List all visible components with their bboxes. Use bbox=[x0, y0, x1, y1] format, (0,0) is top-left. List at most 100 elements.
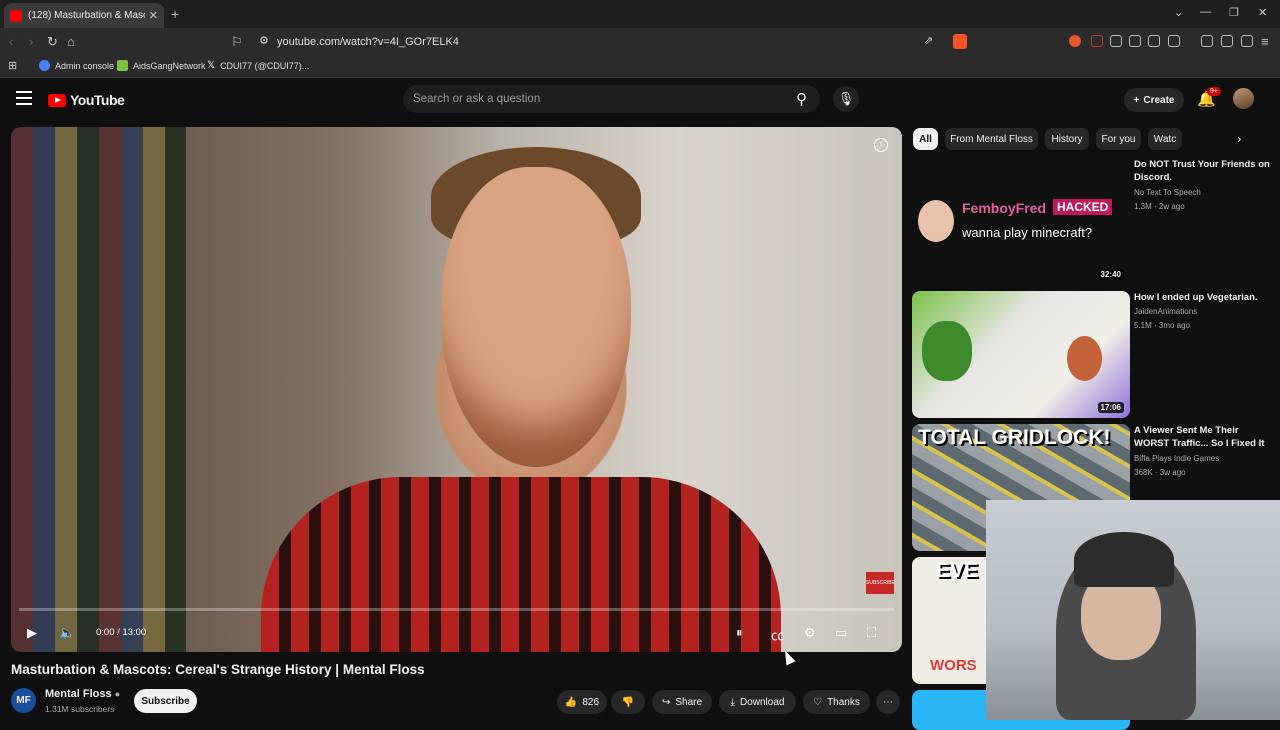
captions-icon[interactable]: ㏄ bbox=[771, 625, 784, 644]
rec-channel-1[interactable]: No Text To Speech bbox=[1134, 188, 1201, 197]
duration-badge: 32:40 bbox=[1097, 269, 1124, 280]
chip-all[interactable]: All bbox=[913, 128, 938, 150]
wallet-icon[interactable] bbox=[1241, 35, 1253, 47]
close-tab-icon[interactable]: ✕ bbox=[149, 9, 158, 22]
video-player[interactable]: i SUBSCRIBE ▶ 🔈 0:00 / 13:00 ⏸ ㏄ ⚙ ▭ ⛶ bbox=[11, 127, 902, 652]
rec-title-1[interactable]: Do NOT Trust Your Friends on Discord. bbox=[1134, 158, 1274, 184]
site-info-icon[interactable]: ⚙ bbox=[259, 34, 269, 47]
chip-watched[interactable]: Watc bbox=[1148, 128, 1182, 150]
home-icon[interactable]: ⌂ bbox=[67, 34, 75, 49]
thumb-text-3: wanna play minecraft? bbox=[962, 225, 1093, 240]
chip-from-mental-floss[interactable]: From Mental Floss bbox=[945, 128, 1038, 150]
rec-meta-3: 368K · 3w ago bbox=[1134, 468, 1186, 477]
thumb-broccoli bbox=[922, 321, 972, 381]
info-icon[interactable]: i bbox=[874, 138, 888, 152]
download-button[interactable]: ⤓ Download bbox=[719, 690, 796, 714]
search-icon[interactable]: ⚲ bbox=[796, 90, 807, 108]
rec-meta-2: 5.1M · 3mo ago bbox=[1134, 321, 1191, 330]
browser-tabbar: (128) Masturbation & Mascots: C ✕ + ⌄ — … bbox=[0, 0, 1280, 28]
microphone-icon[interactable]: 🎙 bbox=[833, 86, 859, 112]
settings-gear-icon[interactable]: ⚙ bbox=[804, 625, 816, 641]
thanks-button[interactable]: ♡ Thanks bbox=[803, 690, 870, 714]
open-external-icon[interactable]: ⇗ bbox=[924, 34, 933, 47]
minimize-icon[interactable]: — bbox=[1200, 6, 1211, 18]
more-actions-button[interactable]: ⋯ bbox=[876, 690, 900, 714]
download-icon: ⤓ bbox=[730, 696, 735, 708]
thumb-text-1: EVE bbox=[936, 559, 979, 582]
new-tab-icon[interactable]: + bbox=[171, 6, 179, 22]
extension-2-icon[interactable] bbox=[1091, 35, 1103, 47]
share-arrow-icon: ↪ bbox=[661, 696, 671, 708]
channel-name[interactable]: Mental Floss ● bbox=[45, 688, 120, 700]
bookmark-icon[interactable]: ⚐ bbox=[231, 34, 243, 50]
duration-badge: 17:06 bbox=[1097, 402, 1124, 413]
subscribe-watermark[interactable]: SUBSCRIBE bbox=[866, 572, 895, 594]
x-logo-icon: 𝕏 bbox=[207, 60, 216, 71]
rec-channel-3[interactable]: Biffa Plays Indie Games bbox=[1134, 454, 1219, 463]
account-avatar[interactable] bbox=[1233, 88, 1254, 109]
fullscreen-icon[interactable]: ⛶ bbox=[867, 625, 876, 641]
thumb-text-1: TOTAL GRIDLOCK! bbox=[918, 426, 1111, 449]
panel-icon[interactable] bbox=[1221, 35, 1233, 47]
rec-channel-2[interactable]: JaidenAnimations bbox=[1134, 307, 1197, 316]
rec-meta-1: 1.3M · 2w ago bbox=[1134, 202, 1185, 211]
notification-badge: 9+ bbox=[1207, 87, 1221, 96]
theater-mode-icon[interactable]: ▭ bbox=[835, 625, 847, 641]
back-icon[interactable]: ‹ bbox=[9, 34, 13, 49]
plus-icon: + bbox=[1133, 94, 1140, 106]
youtube-favicon-icon bbox=[10, 9, 22, 22]
webcam-person-hat bbox=[1074, 532, 1174, 587]
browser-navbar: ‹ › ↻ ⌂ ⚐ youtube.com/watch?v=4I_GOr7ELK… bbox=[0, 28, 1280, 56]
menu-icon[interactable] bbox=[16, 91, 32, 105]
tab-title: (128) Masturbation & Mascots: C bbox=[28, 10, 145, 21]
video-person-face bbox=[441, 167, 631, 467]
chip-history[interactable]: History bbox=[1045, 128, 1089, 150]
share-button[interactable]: ↪ Share bbox=[652, 690, 712, 714]
subscribe-button[interactable]: Subscribe bbox=[134, 689, 197, 713]
sidebar-toggle-icon[interactable] bbox=[1129, 35, 1141, 47]
rec-thumbnail-2[interactable]: 17:06 bbox=[912, 291, 1130, 418]
like-button[interactable]: 👍 826 bbox=[557, 690, 607, 714]
rec-thumbnail-1[interactable]: FemboyFred HACKED wanna play minecraft? … bbox=[912, 158, 1130, 285]
chip-for-you[interactable]: For you bbox=[1096, 128, 1141, 150]
chevron-right-icon[interactable]: › bbox=[1237, 131, 1241, 146]
apps-grid-icon[interactable]: ⊞ bbox=[8, 59, 17, 72]
search-input[interactable]: Search or ask a question bbox=[403, 85, 820, 113]
print-icon[interactable] bbox=[1168, 35, 1180, 47]
music-icon[interactable] bbox=[1201, 35, 1213, 47]
brave-shield-icon[interactable] bbox=[953, 34, 967, 49]
menu-icon[interactable]: ≡ bbox=[1261, 34, 1269, 49]
thumb-text-2: WORS bbox=[930, 657, 977, 674]
dislike-button[interactable]: 👎 bbox=[611, 690, 645, 714]
volume-icon[interactable]: 🔈 bbox=[59, 625, 75, 641]
youtube-play-icon bbox=[48, 93, 66, 107]
channel-avatar[interactable]: MF bbox=[11, 688, 36, 713]
extension-1-icon[interactable] bbox=[1069, 35, 1081, 47]
bookmark-cdui77[interactable]: 𝕏 CDUI77 (@CDUI77)... bbox=[207, 60, 309, 71]
address-bar[interactable]: youtube.com/watch?v=4I_GOr7ELK4 bbox=[252, 31, 972, 53]
maximize-icon[interactable]: ❐ bbox=[1229, 6, 1239, 19]
webcam-overlay bbox=[986, 500, 1280, 720]
more-icon: ⋯ bbox=[883, 696, 893, 708]
youtube-logo[interactable]: YouTube bbox=[48, 92, 125, 108]
tab-list-icon[interactable]: ⌄ bbox=[1174, 6, 1183, 19]
bookmarks-bar: ⊞ Admin console AidsGangNetwork 𝕏 CDUI77… bbox=[0, 56, 1280, 78]
browser-tab[interactable]: (128) Masturbation & Mascots: C ✕ bbox=[4, 3, 164, 28]
autoplay-toggle-icon[interactable]: ⏸ bbox=[736, 625, 743, 641]
forward-icon[interactable]: › bbox=[29, 34, 33, 49]
bookmark-admin-console[interactable]: Admin console bbox=[39, 60, 114, 71]
bookmark-aidsgangnetwork[interactable]: AidsGangNetwork bbox=[117, 60, 206, 71]
progress-bar[interactable] bbox=[19, 608, 894, 611]
play-icon[interactable]: ▶ bbox=[27, 625, 37, 641]
verified-icon: ● bbox=[114, 689, 121, 699]
rec-title-3[interactable]: A Viewer Sent Me Their WORST Traffic... … bbox=[1134, 424, 1274, 450]
thumbs-up-icon: 👍 bbox=[564, 696, 578, 708]
delete-icon[interactable] bbox=[1148, 35, 1160, 47]
video-title: Masturbation & Mascots: Cereal's Strange… bbox=[11, 662, 425, 677]
extensions-icon[interactable] bbox=[1110, 35, 1122, 47]
site-icon bbox=[117, 60, 128, 71]
close-window-icon[interactable]: ✕ bbox=[1258, 6, 1267, 19]
create-button[interactable]: + Create bbox=[1124, 88, 1184, 112]
rec-title-2[interactable]: How I ended up Vegetarian. bbox=[1134, 291, 1274, 304]
reload-icon[interactable]: ↻ bbox=[47, 34, 58, 50]
